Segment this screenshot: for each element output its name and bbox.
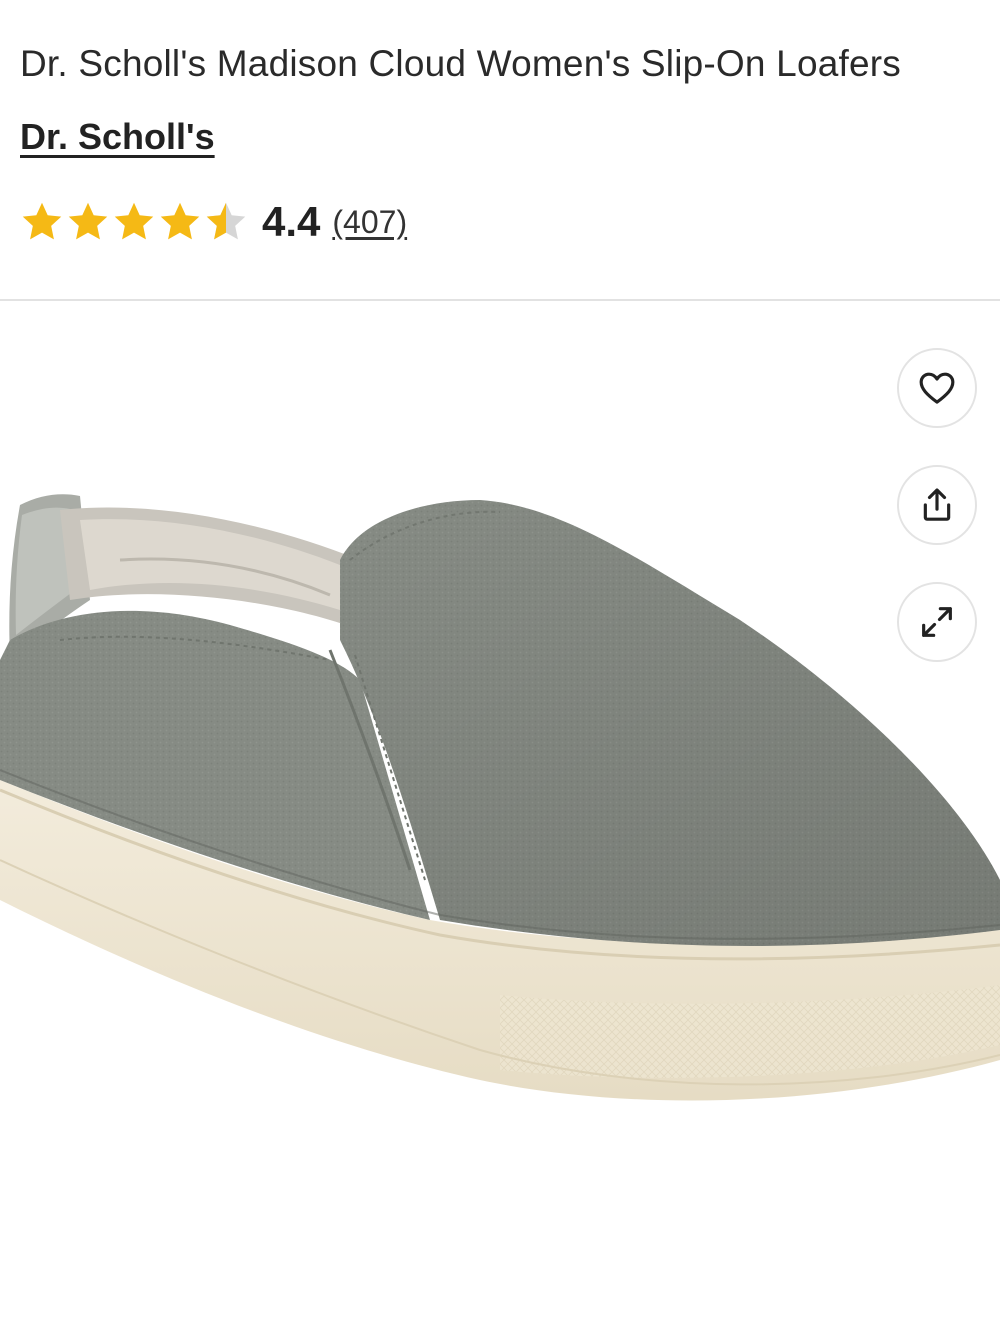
share-button[interactable] bbox=[897, 465, 977, 545]
brand-link[interactable]: Dr. Scholl's bbox=[20, 116, 215, 158]
heart-icon bbox=[919, 372, 955, 404]
expand-button[interactable] bbox=[897, 582, 977, 662]
favorite-button[interactable] bbox=[897, 348, 977, 428]
star-icon bbox=[22, 202, 62, 240]
star-icon bbox=[68, 202, 108, 240]
rating-row: 4.4 (407) bbox=[20, 192, 407, 252]
half-star-icon bbox=[206, 202, 246, 240]
star-rating[interactable] bbox=[20, 200, 248, 244]
star-icon bbox=[160, 202, 200, 240]
product-title: Dr. Scholl's Madison Cloud Women's Slip-… bbox=[20, 43, 901, 84]
star-icon bbox=[114, 202, 154, 240]
expand-icon bbox=[922, 607, 952, 637]
share-icon bbox=[923, 488, 951, 521]
rating-value: 4.4 bbox=[262, 198, 321, 245]
divider bbox=[0, 299, 1000, 301]
product-image[interactable] bbox=[0, 302, 1000, 1333]
review-count-link[interactable]: (407) bbox=[332, 204, 407, 241]
